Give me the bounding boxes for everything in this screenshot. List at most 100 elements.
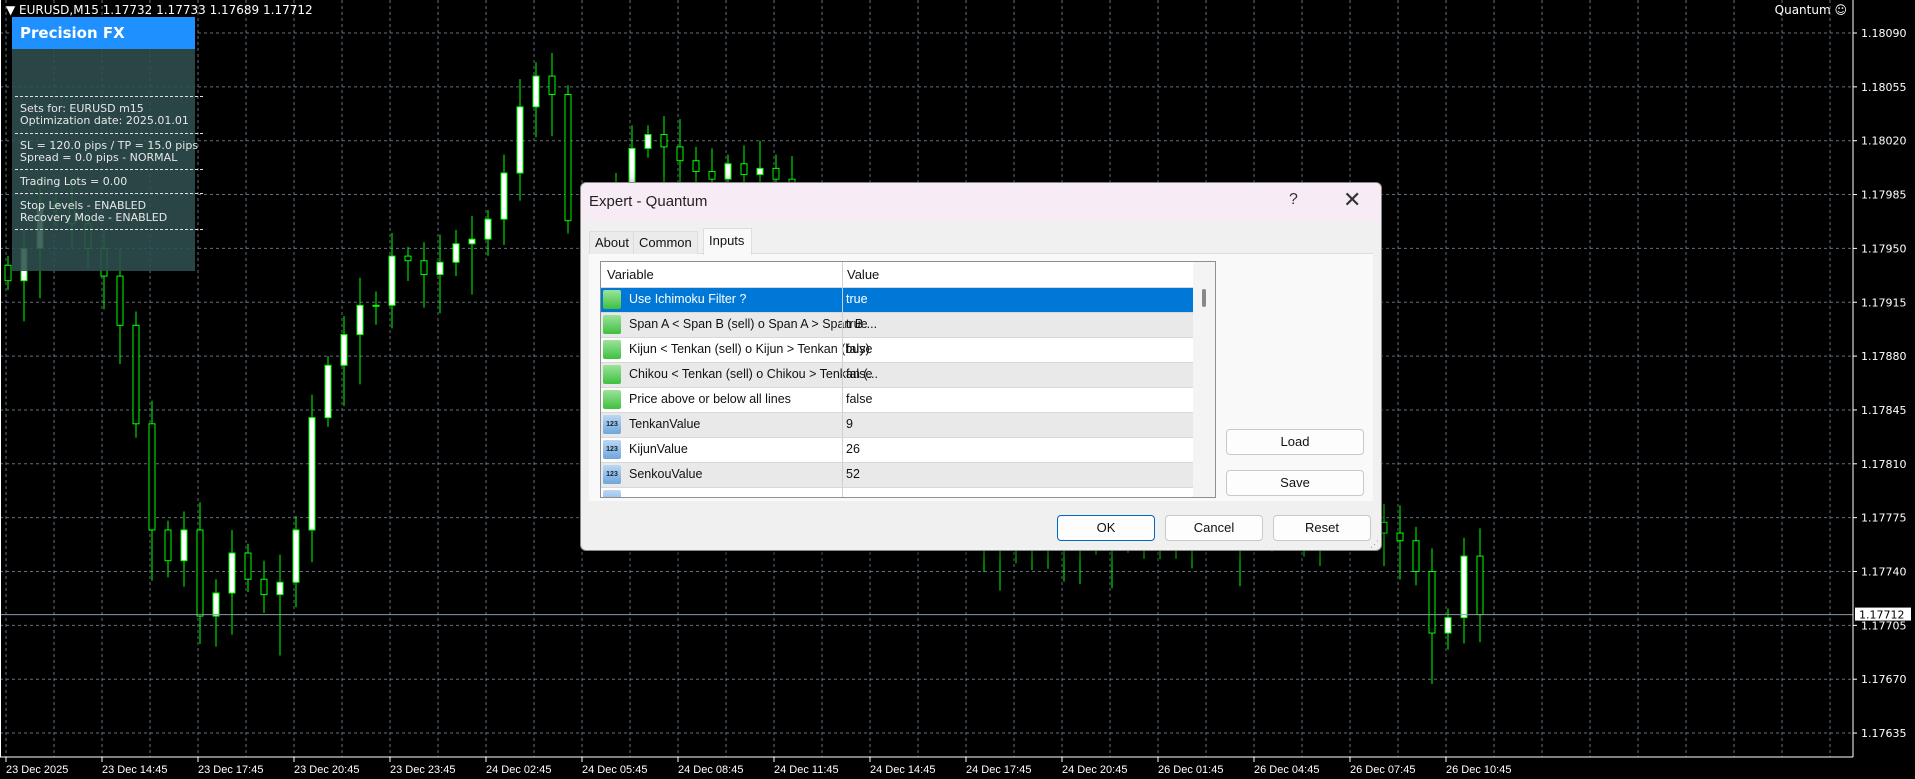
variable-value[interactable]: 9 — [846, 417, 853, 431]
divider — [15, 133, 203, 134]
table-row[interactable]: Chikou < Tenkan (sell) o Chikou > Tenkan… — [601, 362, 1193, 387]
y-tick-label: 1.17670 — [1861, 673, 1907, 686]
table-row[interactable]: 123 SenkouValue 52 — [601, 462, 1193, 487]
dialog-title-bar[interactable]: Expert - Quantum ? ✕ — [581, 183, 1381, 221]
expert-name: Quantum — [1774, 3, 1831, 17]
load-button[interactable]: Load — [1226, 429, 1364, 455]
variable-value[interactable]: true — [846, 317, 868, 331]
help-button[interactable]: ? — [1289, 191, 1298, 209]
bear-candle — [1396, 532, 1404, 542]
x-tick-label: 24 Dec 11:45 — [774, 764, 839, 776]
y-tick-label: 1.18090 — [1861, 27, 1907, 40]
info-panel-title: Precision FX — [12, 17, 195, 49]
bear-candle — [564, 94, 572, 222]
bull-candle — [228, 552, 236, 594]
inputs-table[interactable]: Variable Value Use Ichimoku Filter ? true… — [600, 261, 1216, 498]
bear-candle — [164, 529, 172, 562]
y-tick-label: 1.17775 — [1861, 512, 1907, 525]
bull-candle — [212, 592, 220, 617]
cancel-button[interactable]: Cancel — [1165, 515, 1263, 541]
bull-candle — [756, 167, 764, 176]
bear-candle — [1476, 555, 1484, 616]
x-tick-label: 26 Dec 01:45 — [1158, 764, 1223, 776]
scrollbar-thumb[interactable] — [1202, 289, 1206, 307]
table-row-partial[interactable] — [601, 487, 1193, 497]
variable-value[interactable]: 26 — [846, 442, 860, 456]
ok-button[interactable]: OK — [1057, 515, 1155, 541]
y-tick-label: 1.17635 — [1861, 727, 1907, 740]
divider — [15, 96, 203, 97]
bear-candle — [692, 160, 700, 172]
integer-parameter-icon: 123 — [603, 440, 621, 459]
boolean-parameter-icon — [603, 290, 621, 309]
tab-inputs[interactable]: Inputs — [703, 228, 752, 255]
bull-candle — [372, 304, 380, 307]
table-row[interactable]: 123 KijunValue 26 — [601, 437, 1193, 462]
x-tick-label: 24 Dec 17:45 — [966, 764, 1031, 776]
variable-name: Use Ichimoku Filter ? — [629, 292, 747, 306]
table-row[interactable]: 123 TenkanValue 9 — [601, 412, 1193, 437]
tab-common[interactable]: Common — [633, 231, 698, 254]
column-header-variable[interactable]: Variable — [607, 267, 654, 282]
x-tick-label: 23 Dec 20:45 — [294, 764, 359, 776]
variable-value[interactable]: false — [846, 342, 872, 356]
x-tick-label: 26 Dec 04:45 — [1254, 764, 1319, 776]
expert-label[interactable]: Quantum ☺ — [1775, 3, 1847, 17]
x-tick-label: 23 Dec 17:45 — [198, 764, 263, 776]
bear-candle — [660, 134, 668, 148]
x-tick-label: 24 Dec 02:45 — [486, 764, 551, 776]
bull-candle — [388, 255, 396, 306]
bear-candle — [404, 255, 412, 262]
smiley-icon: ☺ — [1834, 3, 1847, 17]
variable-name: SenkouValue — [629, 467, 703, 481]
x-tick-label: 24 Dec 05:45 — [582, 764, 647, 776]
dropdown-triangle-icon[interactable]: ▼ — [6, 3, 19, 17]
dialog-title: Expert - Quantum — [589, 193, 708, 210]
table-row[interactable]: Kijun < Tenkan (sell) o Kijun > Tenkan (… — [601, 337, 1193, 362]
x-tick-label: 26 Dec 07:45 — [1350, 764, 1415, 776]
bull-candle — [180, 529, 188, 562]
table-row[interactable]: Span A < Span B (sell) o Span A > Span B… — [601, 312, 1193, 337]
divider — [15, 229, 203, 230]
bull-candle — [644, 134, 652, 149]
tab-about[interactable]: About — [589, 231, 634, 254]
current-price-label: 1.17712 — [1859, 609, 1905, 622]
column-header-value[interactable]: Value — [847, 267, 879, 282]
bear-candle — [116, 275, 124, 326]
boolean-parameter-icon — [603, 315, 621, 334]
bear-candle — [676, 146, 684, 162]
variable-value[interactable]: false — [846, 392, 872, 406]
divider — [15, 193, 203, 194]
y-tick-label: 1.17985 — [1861, 189, 1907, 202]
y-tick-label: 1.17740 — [1861, 566, 1907, 579]
bear-candle — [1428, 571, 1436, 634]
bear-candle — [420, 260, 428, 276]
bear-candle — [708, 170, 716, 180]
bull-candle — [516, 106, 524, 174]
info-line: Spread = 0.0 pips - NORMAL — [20, 151, 178, 164]
variable-value[interactable]: true — [846, 292, 868, 306]
save-button[interactable]: Save — [1226, 470, 1364, 496]
variable-name: Kijun < Tenkan (sell) o Kijun > Tenkan (… — [629, 342, 870, 356]
variable-name: KijunValue — [629, 442, 688, 456]
reset-button[interactable]: Reset — [1273, 515, 1371, 541]
resize-grip-icon[interactable]: ⋰ — [1370, 539, 1379, 550]
bear-candle — [772, 167, 780, 180]
divider — [15, 169, 203, 170]
variable-name: Span A < Span B (sell) o Span A > Span B… — [629, 317, 878, 331]
boolean-parameter-icon — [603, 340, 621, 359]
table-row[interactable]: Use Ichimoku Filter ? true — [601, 287, 1193, 312]
bull-candle — [500, 172, 508, 220]
variable-value[interactable]: false — [846, 367, 872, 381]
symbol-timeframe: EURUSD,M15 — [19, 3, 99, 17]
bull-candle — [468, 238, 476, 245]
integer-icon — [603, 490, 621, 497]
table-header: Variable Value — [601, 262, 1215, 287]
bull-candle — [292, 529, 300, 583]
variable-value[interactable]: 52 — [846, 467, 860, 481]
ohlc-open: 1.17732 — [102, 3, 153, 17]
bear-candle — [260, 578, 268, 596]
scrollbar[interactable] — [1193, 262, 1215, 497]
close-button[interactable]: ✕ — [1343, 187, 1361, 213]
table-row[interactable]: Price above or below all lines false — [601, 387, 1193, 412]
